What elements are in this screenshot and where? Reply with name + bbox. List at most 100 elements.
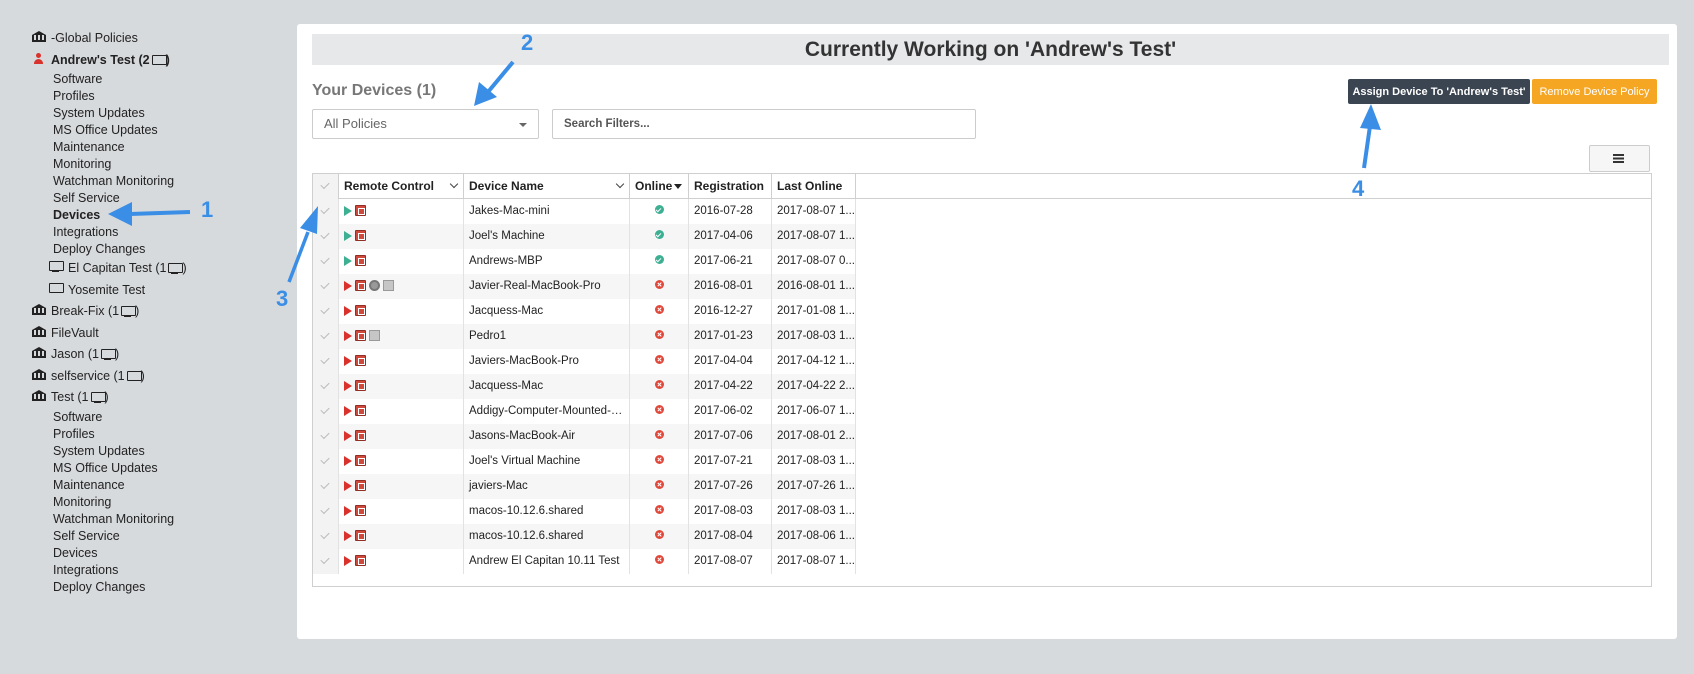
remote-screen-icon[interactable] [355, 505, 366, 517]
row-checkbox[interactable] [313, 274, 339, 299]
row-checkbox[interactable] [313, 349, 339, 374]
remote-screen-icon[interactable] [355, 430, 366, 442]
search-filters-input[interactable] [552, 109, 976, 139]
remote-screen-icon[interactable] [355, 205, 366, 217]
table-row[interactable]: javiers-Mac 2017-07-26 2017-07-26 1... [313, 474, 856, 499]
device-name-cell[interactable]: macos-10.12.6.shared [464, 499, 630, 524]
disk-icon[interactable] [369, 330, 380, 342]
remote-screen-icon[interactable] [355, 305, 366, 317]
sidebar-subitem-watchman-monitoring[interactable]: Watchman Monitoring [53, 173, 187, 190]
row-checkbox[interactable] [313, 524, 339, 549]
sidebar-subitem-maintenance[interactable]: Maintenance [53, 139, 187, 156]
remote-screen-icon[interactable] [355, 330, 366, 342]
assign-device-button[interactable]: Assign Device To 'Andrew's Test' [1348, 79, 1530, 104]
sidebar-subitem-monitoring[interactable]: Monitoring [53, 494, 187, 511]
table-row[interactable]: macos-10.12.6.shared 2017-08-04 2017-08-06… [313, 524, 856, 549]
sidebar-subitem-software[interactable]: Software [53, 71, 187, 88]
remote-screen-icon[interactable] [355, 405, 366, 417]
sidebar-subitem-integrations[interactable]: Integrations [53, 224, 187, 241]
remote-control-cell[interactable] [339, 224, 464, 249]
sidebar-device-0[interactable]: El Capitan Test (1) [31, 258, 187, 280]
remote-control-cell[interactable] [339, 249, 464, 274]
remote-screen-icon[interactable] [355, 355, 366, 367]
col-online[interactable]: Online [630, 174, 689, 199]
table-row[interactable]: Jacquess-Mac 2016-12-27 2017-01-08 1... [313, 299, 856, 324]
remote-control-cell[interactable] [339, 449, 464, 474]
device-name-cell[interactable]: Pedro1 [464, 324, 630, 349]
remote-screen-icon[interactable] [355, 280, 366, 292]
col-last-online[interactable]: Last Online [772, 174, 856, 199]
remote-control-cell[interactable] [339, 399, 464, 424]
device-name-cell[interactable]: Andrew El Capitan 10.11 Test [464, 549, 630, 574]
table-row[interactable]: Andrew El Capitan 10.11 Test 2017-08-07 20… [313, 549, 856, 574]
device-name-cell[interactable]: Javier-Real-MacBook-Pro [464, 274, 630, 299]
remote-screen-icon[interactable] [355, 255, 366, 267]
device-name-cell[interactable]: javiers-Mac [464, 474, 630, 499]
play-icon[interactable] [344, 455, 352, 466]
remote-control-cell[interactable] [339, 374, 464, 399]
remove-device-policy-button[interactable]: Remove Device Policy [1532, 79, 1657, 104]
sidebar-item-3[interactable]: FileVault [31, 323, 187, 345]
row-checkbox[interactable] [313, 324, 339, 349]
device-name-cell[interactable]: Javiers-MacBook-Pro [464, 349, 630, 374]
remote-screen-icon[interactable] [355, 530, 366, 542]
col-device-name[interactable]: Device Name [464, 174, 630, 199]
row-checkbox[interactable] [313, 399, 339, 424]
sidebar-subitem-maintenance[interactable]: Maintenance [53, 477, 187, 494]
device-name-cell[interactable]: Jacquess-Mac [464, 299, 630, 324]
sidebar-subitem-software[interactable]: Software [53, 409, 187, 426]
sidebar-subitem-ms-office-updates[interactable]: MS Office Updates [53, 460, 187, 477]
play-icon[interactable] [344, 255, 352, 266]
table-row[interactable]: Jakes-Mac-mini 2016-07-28 2017-08-07 1... [313, 199, 856, 224]
device-name-cell[interactable]: Joel's Machine [464, 224, 630, 249]
sidebar-subitem-profiles[interactable]: Profiles [53, 426, 187, 443]
remote-screen-icon[interactable] [355, 555, 366, 567]
play-icon[interactable] [344, 205, 352, 216]
remote-control-cell[interactable] [339, 499, 464, 524]
play-icon[interactable] [344, 355, 352, 366]
row-checkbox[interactable] [313, 374, 339, 399]
remote-control-cell[interactable] [339, 424, 464, 449]
remote-screen-icon[interactable] [355, 480, 366, 492]
row-checkbox[interactable] [313, 549, 339, 574]
play-icon[interactable] [344, 280, 352, 291]
device-name-cell[interactable]: Addigy-Computer-Mounted-O... [464, 399, 630, 424]
remote-control-cell[interactable] [339, 299, 464, 324]
select-all-checkbox[interactable] [313, 174, 339, 199]
sidebar-subitem-devices[interactable]: Devices [53, 207, 187, 224]
col-remote-control[interactable]: Remote Control [339, 174, 464, 199]
play-icon[interactable] [344, 405, 352, 416]
device-name-cell[interactable]: Jasons-MacBook-Air [464, 424, 630, 449]
column-menu-button[interactable] [1589, 145, 1650, 172]
row-checkbox[interactable] [313, 424, 339, 449]
sidebar-subitem-monitoring[interactable]: Monitoring [53, 156, 187, 173]
device-name-cell[interactable]: macos-10.12.6.shared [464, 524, 630, 549]
table-row[interactable]: Jasons-MacBook-Air 2017-07-06 2017-08-01 2… [313, 424, 856, 449]
gear-icon[interactable] [369, 280, 380, 292]
device-name-cell[interactable]: Joel's Virtual Machine [464, 449, 630, 474]
play-icon[interactable] [344, 380, 352, 391]
sidebar-device-1[interactable]: Yosemite Test [31, 280, 187, 302]
table-row[interactable]: Pedro1 2017-01-23 2017-08-03 1... [313, 324, 856, 349]
disk-icon[interactable] [383, 280, 394, 292]
sidebar-subitem-profiles[interactable]: Profiles [53, 88, 187, 105]
play-icon[interactable] [344, 530, 352, 541]
sidebar-subitem-integrations[interactable]: Integrations [53, 562, 187, 579]
sidebar-subitem-deploy-changes[interactable]: Deploy Changes [53, 579, 187, 596]
play-icon[interactable] [344, 330, 352, 341]
play-icon[interactable] [344, 555, 352, 566]
table-row[interactable]: Jacquess-Mac 2017-04-22 2017-04-22 2... [313, 374, 856, 399]
policy-select[interactable]: All Policies [312, 109, 539, 139]
sidebar-subitem-watchman-monitoring[interactable]: Watchman Monitoring [53, 511, 187, 528]
table-row[interactable]: Addigy-Computer-Mounted-O... 2017-06-02 20… [313, 399, 856, 424]
sidebar-item-4[interactable]: Jason (1) [31, 344, 187, 366]
sidebar-item-5[interactable]: selfservice (1) [31, 366, 187, 388]
table-row[interactable]: Javier-Real-MacBook-Pro 2016-08-01 2016-08… [313, 274, 856, 299]
remote-control-cell[interactable] [339, 349, 464, 374]
row-checkbox[interactable] [313, 499, 339, 524]
row-checkbox[interactable] [313, 224, 339, 249]
sidebar-item-1[interactable]: Andrew's Test (2) [31, 50, 187, 72]
table-row[interactable]: Joel's Virtual Machine 2017-07-21 2017-08-… [313, 449, 856, 474]
play-icon[interactable] [344, 480, 352, 491]
table-row[interactable]: Joel's Machine 2017-04-06 2017-08-07 1... [313, 224, 856, 249]
